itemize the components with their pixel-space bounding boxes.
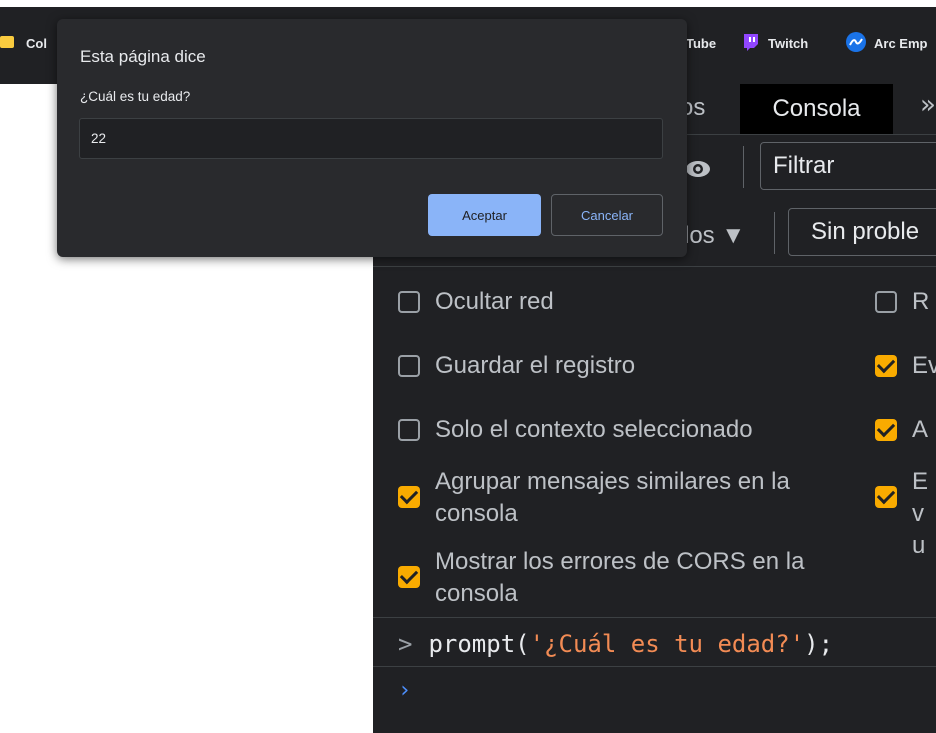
setting-label: Ev u (912, 468, 929, 559)
toolbar-divider (373, 266, 936, 267)
console-command-prefix: prompt( (428, 630, 530, 658)
console-command-suffix: ); (804, 630, 834, 658)
bookmark-youtube[interactable]: Tube (686, 32, 716, 54)
toolbar-separator (774, 212, 775, 254)
setting-right-1[interactable]: R (875, 286, 929, 318)
bookmark-col-label: Col (26, 35, 47, 51)
bookmark-youtube-label: Tube (686, 35, 717, 51)
dialog-input[interactable] (79, 118, 663, 159)
twitch-icon (742, 33, 760, 54)
issues-button[interactable]: Sin proble (788, 208, 936, 256)
eye-icon[interactable] (684, 158, 712, 180)
checkbox-unchecked[interactable] (398, 291, 420, 313)
dialog-title: Esta página dice (80, 47, 206, 66)
setting-solo-contexto[interactable]: Solo el contexto seleccionado (398, 414, 753, 446)
prompt-dialog: Esta página dice ¿Cuál es tu edad? Acept… (57, 19, 687, 257)
setting-right-4[interactable]: Ev u (875, 466, 936, 562)
bookmark-col[interactable]: Col (0, 32, 47, 54)
setting-right-3[interactable]: A (875, 414, 928, 446)
setting-label: Agrupar mensajes similares en la consola (435, 468, 790, 527)
checkbox-unchecked[interactable] (398, 355, 420, 377)
more-tabs-icon[interactable]: » (920, 90, 936, 120)
console-divider (373, 666, 936, 667)
checkbox-checked[interactable] (875, 486, 897, 508)
page-strip (0, 0, 936, 7)
setting-right-2[interactable]: Ev (875, 350, 936, 382)
toolbar-separator (743, 146, 744, 188)
cancel-button[interactable]: Cancelar (551, 194, 663, 236)
bookmark-arc-label: Arc Emp (874, 35, 928, 51)
filter-input[interactable]: Filtrar (760, 142, 936, 190)
checkbox-checked[interactable] (875, 355, 897, 377)
setting-label: Ocultar red (435, 288, 554, 315)
history-arrow-icon: > (398, 630, 413, 658)
folder-icon (0, 34, 18, 53)
setting-label: Solo el contexto seleccionado (435, 416, 753, 443)
console-prompt-icon[interactable]: › (398, 678, 411, 703)
bookmark-twitch[interactable]: Twitch (742, 32, 808, 54)
checkbox-unchecked[interactable] (875, 291, 897, 313)
setting-agrupar-mensajes[interactable]: Agrupar mensajes similares en la consola (398, 466, 838, 530)
setting-label: Ev (912, 352, 936, 379)
console-command-string: '¿Cuál es tu edad?' (529, 630, 805, 658)
checkbox-checked[interactable] (398, 566, 420, 588)
setting-label: Mostrar los errores de CORS en la consol… (435, 548, 805, 607)
checkbox-checked[interactable] (398, 486, 420, 508)
accept-button[interactable]: Aceptar (428, 194, 541, 236)
tab-consola[interactable]: Consola (740, 84, 893, 134)
setting-ocultar-red[interactable]: Ocultar red (398, 286, 554, 318)
setting-label: Guardar el registro (435, 352, 636, 379)
dialog-message: ¿Cuál es tu edad? (80, 89, 191, 104)
bookmark-twitch-label: Twitch (768, 35, 809, 51)
levels-dropdown[interactable]: los ▼ (684, 222, 745, 250)
checkbox-unchecked[interactable] (398, 419, 420, 441)
bookmark-arc[interactable]: Arc Emp (846, 31, 928, 55)
setting-guardar-registro[interactable]: Guardar el registro (398, 350, 635, 382)
setting-errores-cors[interactable]: Mostrar los errores de CORS en la consol… (398, 546, 838, 610)
setting-label: R (912, 288, 930, 315)
setting-label: A (912, 416, 929, 443)
arc-icon (846, 31, 866, 55)
checkbox-checked[interactable] (875, 419, 897, 441)
console-command-line: > prompt('¿Cuál es tu edad?'); (398, 630, 833, 658)
settings-divider (373, 617, 936, 618)
